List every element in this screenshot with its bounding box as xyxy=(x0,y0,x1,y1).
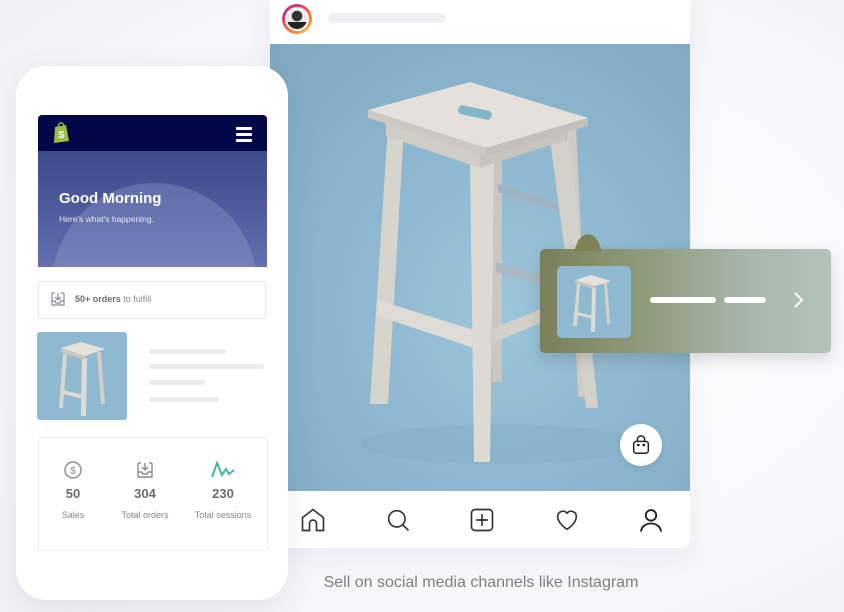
caption: Sell on social media channels like Insta… xyxy=(323,574,639,591)
stat-value: 304 xyxy=(134,486,156,501)
orders-alert-text: 50+ orders to fulfill xyxy=(75,294,151,304)
nav-activity[interactable] xyxy=(550,503,584,537)
greeting-banner: Good Morning Here's what's happening. xyxy=(38,151,267,267)
nav-home[interactable] xyxy=(296,503,330,537)
stat-label: Sales xyxy=(61,510,85,520)
username-placeholder xyxy=(328,13,446,23)
heart-icon xyxy=(556,510,577,530)
tag-notch xyxy=(574,234,602,251)
sessions-sparkline-icon xyxy=(211,460,235,478)
tag-price-placeholder xyxy=(724,297,766,303)
stats-card: $ 50 Sales 304 Total orders 230 Total se… xyxy=(38,437,268,551)
product-line-placeholder xyxy=(149,397,219,402)
product-tag-popup[interactable] xyxy=(540,234,831,353)
avatar-person-icon xyxy=(287,9,307,29)
product-line-placeholder xyxy=(149,364,264,369)
tag-title-placeholder xyxy=(650,297,716,303)
product-line-placeholder xyxy=(149,380,205,385)
product-thumbnail[interactable] xyxy=(37,332,127,420)
app-header: S xyxy=(38,115,267,151)
nav-create[interactable] xyxy=(465,503,499,537)
orders-count: 50+ orders xyxy=(75,294,121,304)
greeting-subtitle: Here's what's happening. xyxy=(59,214,154,224)
profile-avatar[interactable] xyxy=(282,4,312,34)
user-icon xyxy=(640,508,662,532)
stat-total-sessions[interactable]: 230 Total sessions xyxy=(185,460,261,520)
inbox-download-icon xyxy=(137,462,153,478)
stat-label: Total sessions xyxy=(194,510,252,520)
phone-mockup: S Good Morning Here's what's happening. … xyxy=(16,66,288,600)
inbox-download-icon xyxy=(51,292,65,306)
search-icon xyxy=(387,509,409,531)
stat-sales[interactable]: $ 50 Sales xyxy=(35,460,111,520)
stat-value: 230 xyxy=(212,486,234,501)
stat-value: 50 xyxy=(65,486,81,501)
stat-label: Total orders xyxy=(121,510,169,520)
svg-text:$: $ xyxy=(70,466,76,477)
instagram-bottom-nav xyxy=(270,491,690,548)
post-header xyxy=(270,0,690,44)
tag-product-thumbnail xyxy=(557,266,631,338)
shop-bag-button[interactable] xyxy=(620,424,662,466)
home-icon xyxy=(301,507,325,531)
svg-text:S: S xyxy=(58,130,65,141)
greeting-title: Good Morning xyxy=(59,190,162,207)
plus-square-icon xyxy=(470,508,494,531)
product-title-placeholder xyxy=(149,349,226,354)
stool-thumbnail xyxy=(573,275,611,332)
dollar-circle-icon: $ xyxy=(64,461,82,479)
nav-profile[interactable] xyxy=(634,503,668,537)
stat-total-orders[interactable]: 304 Total orders xyxy=(107,460,183,520)
shopping-bag-icon xyxy=(632,435,650,454)
shopify-logo-icon: S xyxy=(54,122,69,143)
nav-search[interactable] xyxy=(381,503,415,537)
orders-to-fulfill-alert[interactable]: 50+ orders to fulfill xyxy=(38,281,266,319)
stool-thumbnail xyxy=(59,342,105,416)
menu-icon[interactable] xyxy=(236,127,252,142)
chevron-right-icon[interactable] xyxy=(788,289,808,311)
orders-suffix: to fulfill xyxy=(120,294,152,304)
